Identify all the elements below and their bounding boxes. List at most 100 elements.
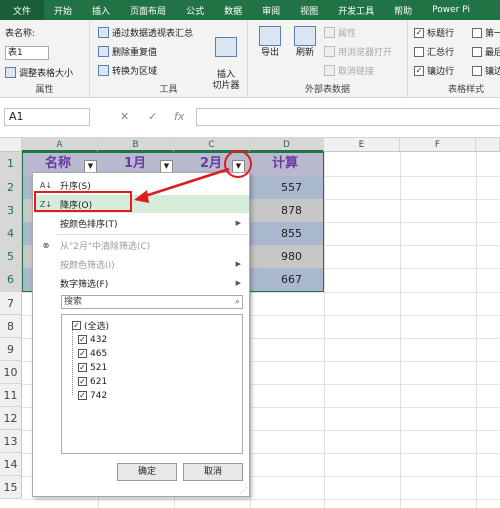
unlink-icon: [324, 65, 335, 76]
filter-search-input[interactable]: 搜索 ⌕: [61, 295, 243, 309]
column-header-f[interactable]: F: [400, 138, 476, 152]
table-cell[interactable]: 855: [250, 222, 324, 245]
external-data-group: 导出 刷新 属性 用浏览器打开 取消链接 外部表数据: [248, 20, 408, 98]
tab-review[interactable]: 审阅: [252, 0, 290, 20]
convert-to-range-button[interactable]: 转换为区域: [98, 64, 157, 77]
remove-duplicates-button[interactable]: 删除重复值: [98, 45, 157, 58]
filter-value-list[interactable]: ✓ (全选) ✓ 432 ✓ 465 ✓ 521 ✓ 621 ✓ 742: [61, 314, 243, 454]
list-item[interactable]: ✓ 465: [78, 347, 107, 360]
column-header-c[interactable]: C: [174, 138, 250, 152]
chevron-down-icon: ▼: [235, 162, 242, 170]
tab-help[interactable]: 帮助: [384, 0, 422, 20]
sort-descending-item[interactable]: Z↓ 降序(O): [34, 195, 249, 213]
checkbox-unchecked-icon: [472, 65, 482, 76]
row-header[interactable]: 15: [0, 476, 22, 499]
row-header[interactable]: 10: [0, 361, 22, 384]
checkbox-checked-icon: ✓: [78, 391, 87, 400]
row-header[interactable]: 2: [0, 176, 22, 199]
header-row-checkbox[interactable]: ✓ 标题行: [414, 26, 454, 39]
table-cell[interactable]: 980: [250, 245, 324, 268]
tab-power-pivot[interactable]: Power Pi: [422, 0, 480, 20]
pivot-table-icon: [98, 27, 109, 38]
pivot-summary-button[interactable]: 通过数据透视表汇总: [98, 26, 193, 39]
properties-icon: [324, 27, 335, 38]
column-header-d[interactable]: D: [250, 138, 324, 152]
formula-bar: A1 ✕ ✓ fx: [0, 98, 500, 138]
refresh-icon: [294, 26, 316, 46]
export-button[interactable]: 导出: [254, 26, 286, 59]
table-name-input[interactable]: 表1: [5, 46, 49, 60]
tab-formulas[interactable]: 公式: [176, 0, 214, 20]
list-item[interactable]: ✓ 621: [78, 375, 107, 388]
browser-icon: [324, 46, 335, 57]
total-row-checkbox[interactable]: 汇总行: [414, 45, 454, 58]
table-cell[interactable]: 667: [250, 268, 324, 292]
row-header[interactable]: 3: [0, 199, 22, 222]
tab-home[interactable]: 开始: [44, 0, 82, 20]
cancel-button[interactable]: 取消: [183, 463, 243, 481]
banded-rows-checkbox[interactable]: ✓ 镶边行: [414, 64, 454, 77]
tab-developer[interactable]: 开发工具: [328, 0, 384, 20]
enter-icon[interactable]: ✓: [148, 110, 157, 123]
list-item[interactable]: ✓ 742: [78, 389, 107, 402]
table-cell[interactable]: 557: [250, 176, 324, 199]
cancel-icon[interactable]: ✕: [120, 110, 129, 123]
row-header[interactable]: 4: [0, 222, 22, 245]
first-column-checkbox[interactable]: 第一列: [472, 26, 500, 39]
list-item[interactable]: ✓ 432: [78, 333, 107, 346]
properties-button[interactable]: 属性: [324, 26, 356, 39]
column-header-a[interactable]: A: [22, 138, 98, 152]
sort-ascending-item[interactable]: A↓ 升序(S): [34, 176, 249, 194]
style-options-group: ✓ 标题行 汇总行 ✓ 镶边行 第一列 最后列 镶边列 表格样式: [408, 20, 500, 98]
sort-by-color-item[interactable]: 按颜色排序(T) ▶: [34, 214, 249, 232]
row-header[interactable]: 8: [0, 315, 22, 338]
checkbox-checked-icon: ✓: [414, 65, 424, 76]
tab-view[interactable]: 视图: [290, 0, 328, 20]
style-options-group-label: 表格样式: [448, 85, 485, 95]
row-header[interactable]: 5: [0, 245, 22, 268]
column-header-g[interactable]: [476, 138, 500, 152]
number-filter-item[interactable]: 数字筛选(F) ▶: [34, 274, 249, 292]
row-header[interactable]: 7: [0, 292, 22, 315]
tab-data[interactable]: 数据: [214, 0, 252, 20]
tab-page-layout[interactable]: 页面布局: [120, 0, 176, 20]
row-header[interactable]: 14: [0, 453, 22, 476]
resize-table-button[interactable]: 调整表格大小: [5, 66, 73, 79]
row-header[interactable]: 12: [0, 407, 22, 430]
row-header[interactable]: 1: [0, 152, 22, 176]
filter-by-color-item[interactable]: 按颜色筛选(I) ▶: [34, 255, 249, 273]
list-item[interactable]: ✓ (全选): [72, 319, 109, 332]
clear-filter-item[interactable]: ⊗ 从"2月"中清除筛选(C): [34, 236, 249, 254]
table-header-cell[interactable]: 计算: [250, 152, 324, 176]
banded-columns-checkbox[interactable]: 镶边列: [472, 64, 500, 77]
table-cell[interactable]: 878: [250, 199, 324, 222]
checkbox-checked-icon: ✓: [414, 27, 424, 38]
name-box[interactable]: A1: [4, 108, 90, 126]
row-header[interactable]: 13: [0, 430, 22, 453]
select-all-corner[interactable]: [0, 138, 22, 152]
grid-line: [22, 499, 500, 500]
row-header[interactable]: 9: [0, 338, 22, 361]
column-header-e[interactable]: E: [324, 138, 400, 152]
row-header[interactable]: 6: [0, 268, 22, 292]
sort-descending-icon: Z↓: [39, 199, 53, 209]
last-column-checkbox[interactable]: 最后列: [472, 45, 500, 58]
menu-separator: [57, 234, 247, 235]
grid-line: [476, 152, 477, 508]
row-header[interactable]: 11: [0, 384, 22, 407]
submenu-arrow-icon: ▶: [235, 219, 241, 227]
tab-insert[interactable]: 插入: [82, 0, 120, 20]
unlink-button[interactable]: 取消链接: [324, 64, 374, 77]
column-header-b[interactable]: B: [98, 138, 174, 152]
sort-ascending-icon: A↓: [39, 180, 53, 190]
open-in-browser-button[interactable]: 用浏览器打开: [324, 45, 392, 58]
ok-button[interactable]: 确定: [117, 463, 177, 481]
tab-file[interactable]: 文件: [0, 0, 45, 20]
list-item[interactable]: ✓ 521: [78, 361, 107, 374]
external-data-group-label: 外部表数据: [304, 85, 350, 95]
resize-grip-icon[interactable]: ⋰: [240, 486, 248, 495]
refresh-button[interactable]: 刷新: [288, 26, 322, 59]
insert-function-icon[interactable]: fx: [174, 110, 184, 123]
formula-input[interactable]: [196, 108, 500, 126]
submenu-arrow-icon: ▶: [235, 260, 241, 268]
